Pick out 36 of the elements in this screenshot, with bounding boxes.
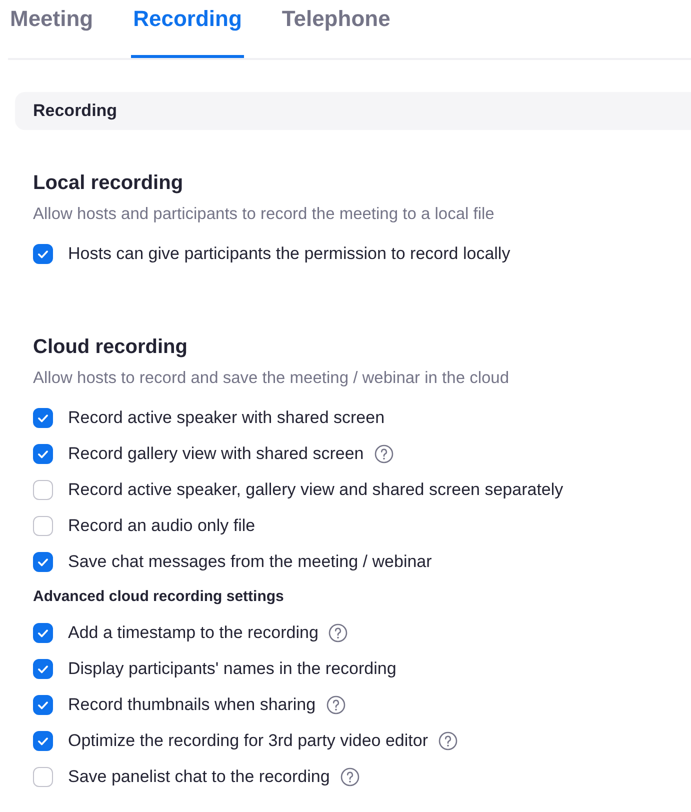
option-label: Record an audio only file [68, 516, 256, 536]
option-label: Record thumbnails when sharing [68, 695, 316, 715]
tab[interactable]: Meeting [8, 0, 96, 58]
option-label: Hosts can give participants the permission to record locally [68, 244, 510, 264]
option-label: Record gallery view with shared screen [68, 444, 364, 464]
group-description: Allow hosts to record and save the meeting / webinar in the cloud [33, 369, 510, 388]
checkbox[interactable] [33, 444, 53, 464]
checkbox[interactable] [33, 408, 53, 428]
help-icon[interactable] [328, 623, 348, 643]
checkbox[interactable] [33, 731, 53, 751]
checkbox[interactable] [33, 244, 53, 264]
tab[interactable]: Recording [131, 0, 244, 58]
help-icon[interactable] [438, 731, 458, 751]
help-icon[interactable] [340, 767, 360, 787]
checkbox[interactable] [33, 480, 53, 500]
option-label: Record active speaker, gallery view and shared screen separately [68, 480, 564, 500]
checkbox[interactable] [33, 623, 53, 643]
section-title: Recording [33, 101, 118, 121]
checkbox[interactable] [33, 695, 53, 715]
option-label: Add a timestamp to the recording [68, 623, 318, 643]
group-title: Local recording [33, 172, 184, 195]
group-description: Allow hosts and participants to record the meeting to a local file [33, 205, 496, 224]
checkbox[interactable] [33, 552, 53, 572]
option-label: Record active speaker with shared screen [68, 408, 385, 428]
option-label: Display participants' names in the recording [68, 659, 396, 679]
subsection-title: Advanced cloud recording settings [33, 588, 285, 605]
checkbox[interactable] [33, 767, 53, 787]
help-icon[interactable] [374, 444, 394, 464]
option-label: Save chat messages from the meeting / webinar [68, 552, 432, 572]
checkbox[interactable] [33, 516, 53, 536]
option-label: Optimize the recording for 3rd party video editor [68, 731, 428, 751]
option-label: Save panelist chat to the recording [68, 767, 330, 787]
checkbox[interactable] [33, 659, 53, 679]
help-icon[interactable] [326, 695, 346, 715]
group-title: Cloud recording [33, 336, 188, 359]
tab[interactable]: Telephone [280, 0, 392, 58]
